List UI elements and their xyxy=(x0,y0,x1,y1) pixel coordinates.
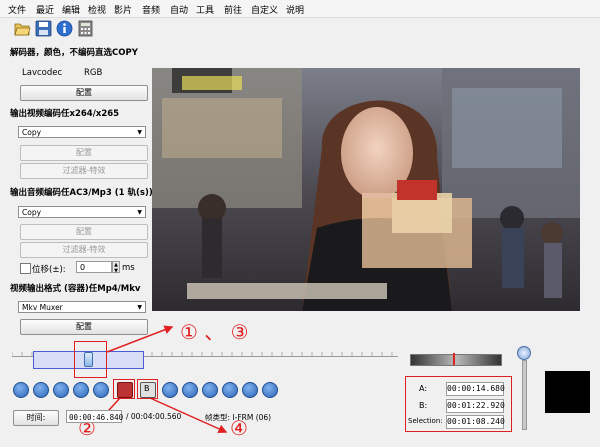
calculator-icon[interactable] xyxy=(77,20,94,37)
annotation-box-slider xyxy=(74,341,107,378)
audio-meter xyxy=(410,354,502,366)
menu-tools[interactable]: 工具 xyxy=(196,3,214,16)
video-codec-value: Copy xyxy=(22,128,42,137)
audio-output-title: 输出音频编码任AC3/Mp3 (1 轨(s)) xyxy=(10,188,153,198)
muxer-value: Mkv Muxer xyxy=(22,303,63,312)
menu-video[interactable]: 影片 xyxy=(114,3,132,16)
prev-black-button[interactable] xyxy=(162,382,178,398)
video-frame-image xyxy=(152,68,580,311)
menu-custom[interactable]: 自定义 xyxy=(251,3,278,16)
color-space: RGB xyxy=(84,68,103,78)
info-icon[interactable] xyxy=(56,20,73,37)
audio-codec-value: Copy xyxy=(22,208,42,217)
video-output-title: 输出视频编码任x264/x265 xyxy=(10,109,120,119)
mini-preview xyxy=(545,371,590,413)
menu-recent[interactable]: 最近 xyxy=(36,3,54,16)
muxer-select[interactable]: Mkv Muxer ▼ xyxy=(18,301,146,313)
toolbar xyxy=(0,18,600,40)
muxer-config-button[interactable]: 配置 xyxy=(20,319,148,335)
first-frame-button[interactable] xyxy=(262,382,278,398)
annotation-box-a xyxy=(113,379,135,399)
prev-edit-button[interactable] xyxy=(222,382,238,398)
menu-bar: 文件 最近 编辑 检视 影片 音频 自动 工具 前往 自定义 说明 xyxy=(0,0,600,18)
save-disk-icon[interactable] xyxy=(35,20,52,37)
video-config-button[interactable]: 配置 xyxy=(20,145,148,161)
video-filters-button[interactable]: 过滤器-特效 xyxy=(20,163,148,179)
menu-auto[interactable]: 自动 xyxy=(170,3,188,16)
selection-value: 00:01:08.240 xyxy=(446,415,505,429)
marker-a-label: A: xyxy=(419,384,428,393)
total-time: / 00:04:00.560 xyxy=(126,412,182,421)
annotation-label-1-3: ① 、 ③ xyxy=(180,320,249,344)
rewind-button[interactable] xyxy=(33,382,49,398)
shift-label: 位移(±): xyxy=(32,265,66,275)
next-black-button[interactable] xyxy=(202,382,218,398)
marker-b-label: B: xyxy=(419,401,428,410)
video-codec-select[interactable]: Copy ▼ xyxy=(18,126,146,138)
prev-keyframe-button[interactable] xyxy=(73,382,89,398)
chevron-down-icon: ▼ xyxy=(137,304,142,311)
shift-spinner[interactable]: ▲ ▼ xyxy=(112,261,120,274)
open-folder-icon[interactable] xyxy=(14,20,31,37)
decoder-name: Lavcodec xyxy=(22,68,63,78)
volume-knob[interactable] xyxy=(517,346,531,360)
shift-checkbox[interactable] xyxy=(20,263,31,274)
current-time-field[interactable]: 00:00:46.840 xyxy=(66,410,123,423)
stop-button[interactable] xyxy=(182,382,198,398)
next-edit-button[interactable] xyxy=(242,382,258,398)
menu-goto[interactable]: 前往 xyxy=(224,3,242,16)
volume-track[interactable] xyxy=(522,360,527,430)
chevron-down-icon: ▼ xyxy=(137,129,142,136)
marker-a-value: 00:00:14.680 xyxy=(446,382,505,396)
menu-audio[interactable]: 音频 xyxy=(142,3,160,16)
menu-view[interactable]: 检视 xyxy=(88,3,106,16)
audio-codec-select[interactable]: Copy ▼ xyxy=(18,206,146,218)
video-preview xyxy=(152,68,580,311)
shift-input[interactable]: 0 xyxy=(76,261,112,273)
menu-edit[interactable]: 编辑 xyxy=(62,3,80,16)
decoder-section-title: 解码器，颜色，不编码直选COPY xyxy=(10,48,138,58)
decoder-config-button[interactable]: 配置 xyxy=(20,85,148,101)
frame-type: 帧类型: I-FRM (06) xyxy=(205,413,272,422)
audio-meter-marker xyxy=(453,353,455,365)
shift-unit: ms xyxy=(122,263,135,273)
menu-file[interactable]: 文件 xyxy=(8,3,26,16)
time-button[interactable]: 时间: xyxy=(13,410,59,426)
audio-filters-button[interactable]: 过滤器-特效 xyxy=(20,242,148,258)
audio-config-button[interactable]: 配置 xyxy=(20,224,148,240)
next-keyframe-button[interactable] xyxy=(93,382,109,398)
marker-b-value: 00:01:22.920 xyxy=(446,399,505,413)
annotation-box-b xyxy=(137,379,158,399)
selection-label: Selection: xyxy=(408,417,443,425)
chevron-down-icon: ▼ xyxy=(137,209,142,216)
play-button[interactable] xyxy=(13,382,29,398)
menu-help[interactable]: 说明 xyxy=(286,3,304,16)
prev-frame-button[interactable] xyxy=(53,382,69,398)
format-output-title: 视频输出格式 (容器)任Mp4/Mkv xyxy=(10,284,141,294)
